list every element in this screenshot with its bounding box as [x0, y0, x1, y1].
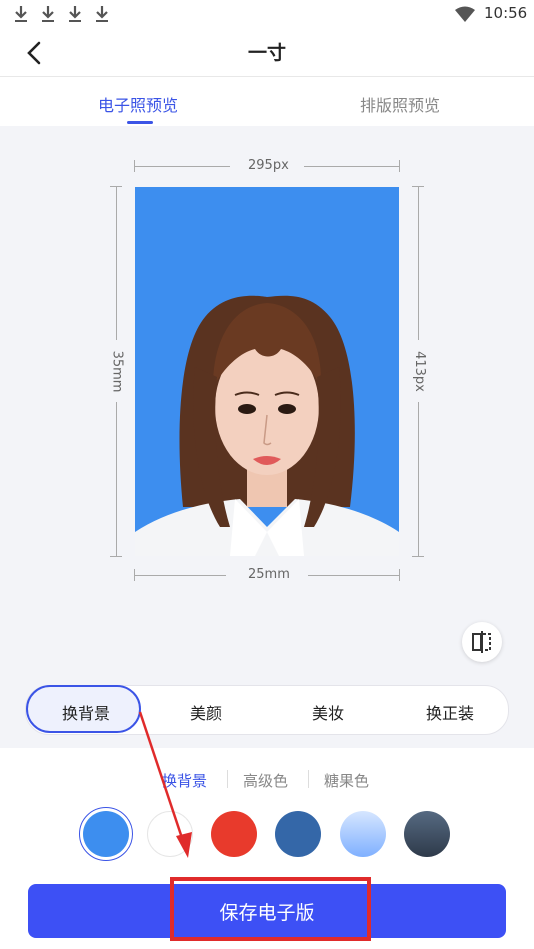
status-time: 10:56 — [484, 4, 528, 22]
subtab-premium-colors[interactable]: 高级色 — [243, 770, 288, 791]
subtab-divider — [227, 770, 228, 788]
dimension-tick — [110, 556, 122, 557]
height-mm-label: 35mm — [109, 350, 125, 393]
wifi-icon — [454, 6, 476, 26]
download-icon — [40, 4, 56, 24]
download-icon — [94, 4, 110, 24]
dimension-line — [134, 575, 226, 576]
dimension-line — [418, 402, 419, 556]
dimension-line — [134, 166, 230, 167]
swatch-blue[interactable] — [83, 811, 129, 857]
swatch-dark-blue[interactable] — [275, 811, 321, 857]
width-mm-label: 25mm — [248, 567, 290, 582]
dimension-tick — [399, 160, 400, 172]
function-tab-formal-wear[interactable]: 换正装 — [426, 700, 474, 724]
tab-electronic-preview[interactable]: 电子照预览 — [98, 92, 178, 116]
annotation-highlight-box — [170, 877, 371, 941]
download-icon — [67, 4, 83, 24]
dimension-tick — [399, 569, 400, 581]
dimension-line — [308, 575, 400, 576]
subtab-candy-colors[interactable]: 糖果色 — [324, 770, 369, 791]
swatch-white[interactable] — [147, 811, 193, 857]
swatch-light-blue-gradient[interactable] — [340, 811, 386, 857]
id-photo — [135, 187, 399, 556]
subtab-change-background[interactable]: 换背景 — [162, 770, 207, 791]
dimension-tick — [412, 556, 424, 557]
tab-layout-preview[interactable]: 排版照预览 — [360, 92, 440, 116]
width-px-label: 295px — [248, 158, 289, 173]
download-icon — [13, 4, 29, 24]
swatch-red[interactable] — [211, 811, 257, 857]
dimension-line — [116, 402, 117, 556]
height-px-label: 413px — [411, 351, 427, 392]
function-tab-makeup[interactable]: 美妆 — [312, 700, 344, 724]
dimension-line — [418, 186, 419, 340]
dimension-line — [304, 166, 400, 167]
dimension-line — [116, 186, 117, 340]
page-title: 一寸 — [247, 42, 286, 64]
function-tab-beauty[interactable]: 美颜 — [190, 700, 222, 724]
subtab-divider — [308, 770, 309, 788]
swatch-slate-gradient[interactable] — [404, 811, 450, 857]
tab-indicator — [127, 121, 153, 124]
function-tab-change-background[interactable]: 换背景 — [62, 700, 110, 724]
compare-icon — [472, 631, 491, 653]
compare-button[interactable] — [462, 622, 502, 662]
